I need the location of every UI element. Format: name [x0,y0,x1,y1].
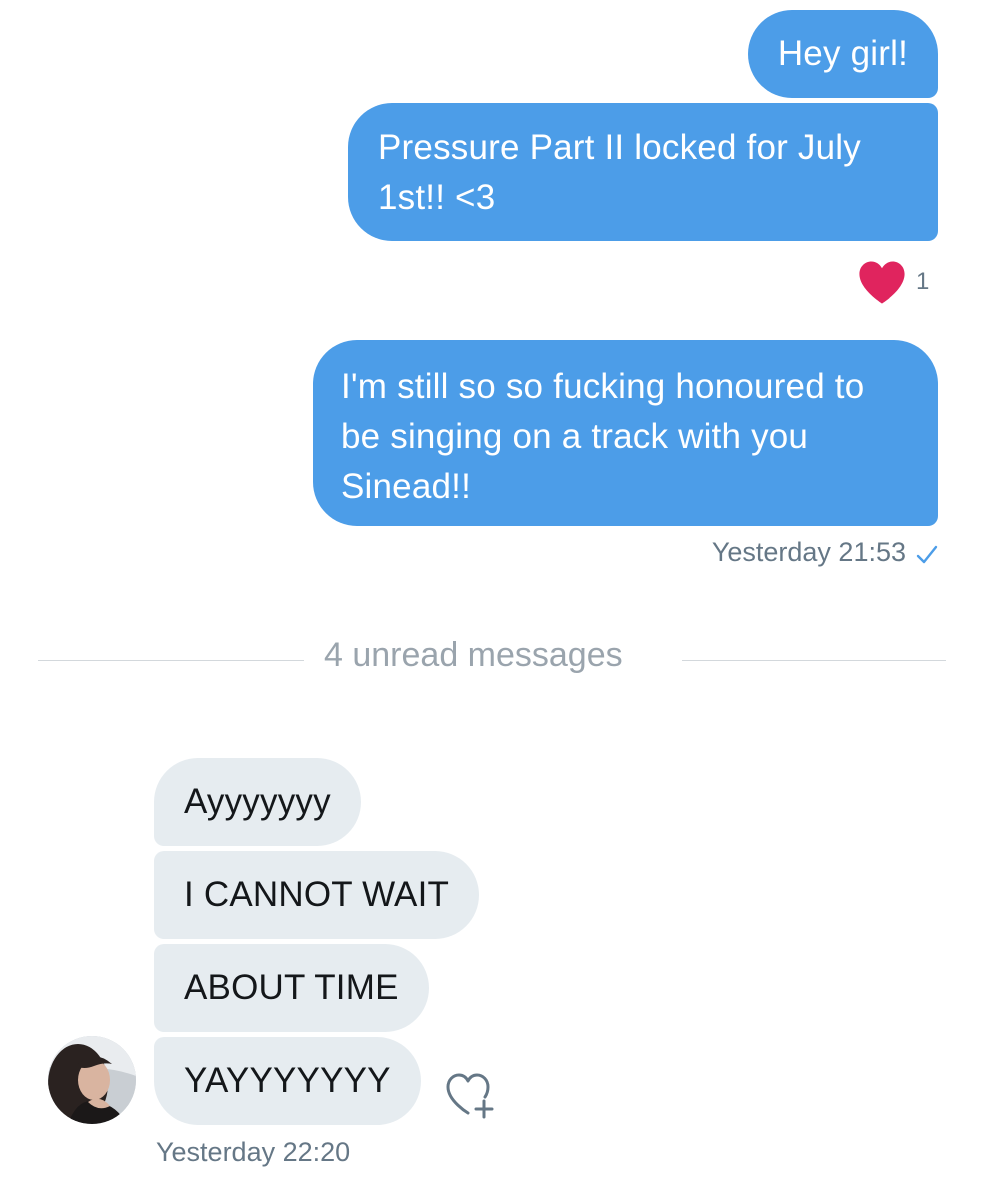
incoming-message[interactable]: ABOUT TIME [154,944,429,1032]
message-text: I CANNOT WAIT [184,875,450,914]
checkmark-icon [916,541,938,564]
incoming-timestamp: Yesterday 22:20 [156,1137,351,1167]
reaction-count: 1 [916,268,930,295]
incoming-message[interactable]: I CANNOT WAIT [154,851,480,939]
outgoing-message[interactable]: Hey girl! [747,10,938,98]
heart-icon [856,259,908,305]
reaction[interactable]: 1 [856,256,929,308]
incoming-message[interactable]: Ayyyyyyy [154,758,361,846]
timestamp-text: Yesterday 21:53 [711,537,906,567]
message-text: Ayyyyyyy [184,782,331,821]
like-button[interactable] [444,1071,500,1121]
message-text: Hey girl! [777,34,908,73]
avatar[interactable] [48,1036,136,1124]
outgoing-message[interactable]: I'm still so so fucking honoured to be s… [313,340,938,526]
message-text: I'm still so so fucking honoured to be s… [341,367,865,506]
outgoing-message[interactable]: Pressure Part II locked for July 1st!! <… [348,103,938,241]
divider-line-right [682,660,946,661]
message-text: YAYYYYYYY [184,1061,391,1100]
outgoing-timestamp: Yesterday 21:53 [712,536,938,568]
unread-divider: 4 unread messages [324,636,623,674]
heart-plus-icon [444,1073,500,1125]
incoming-message[interactable]: YAYYYYYYY [154,1037,421,1125]
message-text: ABOUT TIME [184,968,399,1007]
message-text: Pressure Part II locked for July 1st!! <… [378,128,861,217]
divider-line-left [38,660,304,661]
